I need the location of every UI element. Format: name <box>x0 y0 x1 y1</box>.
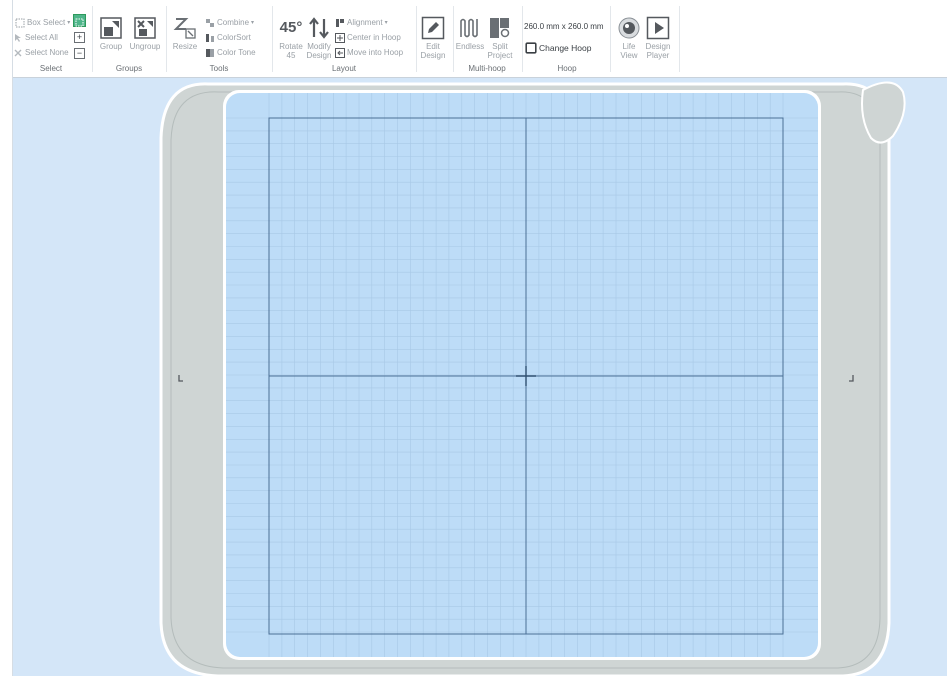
group-label: Group <box>99 42 123 51</box>
pencil-icon <box>421 16 445 40</box>
multi-hoop-group: Endless Split Project Multi-hoop <box>454 0 520 78</box>
edit-design-group: Edit Design <box>417 0 451 78</box>
move-into-hoop-icon <box>335 47 345 58</box>
ribbon-toolbar: Box Select ▾ Select All + Select None − … <box>13 0 947 78</box>
select-all-icon <box>15 33 21 42</box>
colorsort-label: ColorSort <box>217 33 251 42</box>
change-hoop-button[interactable]: Change Hoop <box>525 41 591 54</box>
ungroup-icon <box>134 17 156 39</box>
box-select-button[interactable]: Box Select ▾ <box>15 16 70 29</box>
chevron-down-icon: ▾ <box>67 20 71 26</box>
hoop-canvas[interactable] <box>13 78 947 676</box>
layout-group-label: Layout <box>331 64 357 73</box>
remove-selection-button[interactable]: − <box>74 48 85 59</box>
separator <box>610 6 611 72</box>
select-all-label: Select All <box>25 33 58 42</box>
chevron-down-icon: ▾ <box>384 20 388 26</box>
endless-icon <box>460 18 478 38</box>
resize-icon <box>173 18 196 39</box>
colorsort-icon <box>206 33 214 42</box>
color-tone-button[interactable]: Color Tone <box>205 46 256 59</box>
ungroup-button[interactable]: Ungroup <box>129 16 161 51</box>
edit-label-line2: Design <box>420 51 446 60</box>
select-group: Box Select ▾ Select All + Select None − … <box>13 0 89 78</box>
edit-design-button[interactable]: Edit Design <box>417 16 449 60</box>
add-selection-button[interactable]: + <box>74 32 85 43</box>
hoop-clamp-knob <box>861 81 906 144</box>
split-project-button[interactable]: Split Project <box>484 16 516 60</box>
select-group-label: Select <box>39 64 63 73</box>
hoop-size-readout: 260.0 mm x 260.0 mm <box>524 22 604 31</box>
separator <box>679 6 680 72</box>
box-select-icon <box>15 18 25 27</box>
center-in-hoop-button[interactable]: Center in Hoop <box>335 31 401 44</box>
tools-group: Resize Combine ▾ ColorSort Color Tone To… <box>169 0 269 78</box>
separator <box>166 6 167 72</box>
endless-button[interactable]: Endless <box>454 16 486 51</box>
chevron-down-icon: ▾ <box>251 20 255 26</box>
center-in-hoop-icon <box>335 32 345 43</box>
left-edge-panel <box>0 0 13 676</box>
minus-icon: − <box>76 48 83 58</box>
groups-group: Group Ungroup Groups <box>95 0 163 78</box>
modify-label-line1: Modify <box>307 42 331 51</box>
design-workspace[interactable] <box>13 78 947 676</box>
split-label-line2: Project <box>487 51 513 60</box>
view-group: Life View Design Player <box>613 0 677 78</box>
change-hoop-label: Change Hoop <box>539 42 592 53</box>
life-view-label-line2: View <box>620 51 638 60</box>
combine-label: Combine <box>217 18 250 27</box>
layout-group: 45° Rotate 45 Modify Design Alignment ▾ … <box>275 0 413 78</box>
resize-button[interactable]: Resize <box>169 16 201 51</box>
modify-design-icon <box>309 17 329 39</box>
tools-group-label: Tools <box>209 64 229 73</box>
hoop-group: 260.0 mm x 260.0 mm Change Hoop Hoop <box>523 0 611 78</box>
select-region-icon <box>75 18 84 27</box>
alignment-icon <box>336 18 344 27</box>
multi-hoop-group-label: Multi-hoop <box>468 64 506 73</box>
select-all-button[interactable]: Select All <box>13 31 58 44</box>
endless-label: Endless <box>455 42 485 51</box>
hoop-group-label: Hoop <box>557 64 577 73</box>
resize-label: Resize <box>172 42 198 51</box>
combine-button[interactable]: Combine ▾ <box>205 16 254 29</box>
groups-group-label: Groups <box>115 64 143 73</box>
alignment-button[interactable]: Alignment ▾ <box>335 16 388 29</box>
move-into-hoop-button[interactable]: Move into Hoop <box>335 46 403 59</box>
play-icon <box>646 16 670 40</box>
edit-label-line1: Edit <box>426 42 440 51</box>
life-view-label-line1: Life <box>622 42 636 51</box>
colorsort-button[interactable]: ColorSort <box>205 31 251 44</box>
design-player-button[interactable]: Design Player <box>642 16 674 60</box>
split-project-icon <box>490 18 510 38</box>
color-tone-label: Color Tone <box>217 48 256 57</box>
split-label-line1: Split <box>492 42 508 51</box>
group-icon <box>100 17 122 39</box>
right-edge-panel <box>947 0 952 676</box>
rotate-icon: 45° <box>279 19 303 36</box>
life-view-icon <box>618 17 640 39</box>
plus-icon: + <box>76 32 83 42</box>
select-none-button[interactable]: Select None <box>13 46 69 59</box>
separator <box>92 6 93 72</box>
move-into-hoop-label: Move into Hoop <box>347 48 404 57</box>
center-in-hoop-label: Center in Hoop <box>347 33 401 42</box>
separator <box>272 6 273 72</box>
modify-label-line2: Design <box>306 51 332 60</box>
select-none-icon <box>14 49 22 56</box>
group-button[interactable]: Group <box>95 16 127 51</box>
combine-icon <box>206 18 214 27</box>
select-mode-icon[interactable] <box>73 14 86 27</box>
design-player-label-line2: Player <box>646 51 670 60</box>
modify-design-button[interactable]: Modify Design <box>303 16 335 60</box>
box-select-label: Box Select <box>27 18 66 27</box>
select-none-label: Select None <box>25 48 69 57</box>
color-tone-icon <box>206 48 214 57</box>
life-view-button[interactable]: Life View <box>613 16 645 60</box>
ungroup-label: Ungroup <box>129 42 161 51</box>
design-player-label-line1: Design <box>645 42 671 51</box>
hoop-icon <box>525 41 537 54</box>
alignment-label: Alignment <box>347 18 383 27</box>
